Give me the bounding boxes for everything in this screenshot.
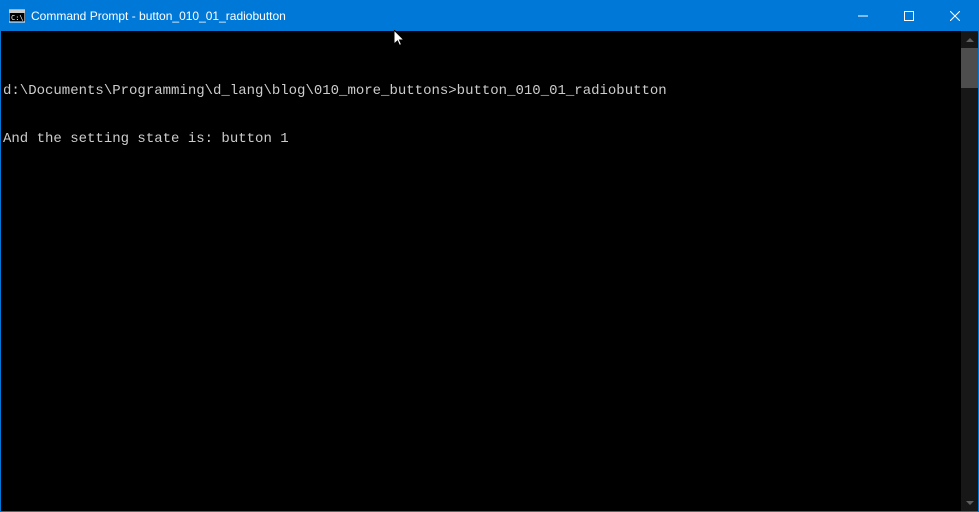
maximize-button[interactable] [886,1,932,31]
scrollbar-down-arrow-icon[interactable] [961,494,978,511]
terminal-content: d:\Documents\Programming\d_lang\blog\010… [1,31,978,179]
terminal-line: And the setting state is: button 1 [3,131,978,147]
terminal-line: d:\Documents\Programming\d_lang\blog\010… [3,83,978,99]
terminal-area[interactable]: d:\Documents\Programming\d_lang\blog\010… [1,31,978,511]
window-title: Command Prompt - button_010_01_radiobutt… [31,9,840,23]
svg-text:C:\: C:\ [11,14,24,22]
minimize-button[interactable] [840,1,886,31]
command-prompt-icon: C:\ [9,8,25,24]
scrollbar-up-arrow-icon[interactable] [961,31,978,48]
scrollbar-track[interactable] [961,48,978,494]
command-prompt-window: C:\ Command Prompt - button_010_01_radio… [0,0,979,512]
titlebar[interactable]: C:\ Command Prompt - button_010_01_radio… [1,1,978,31]
window-controls [840,1,978,31]
scrollbar-thumb[interactable] [961,48,978,88]
vertical-scrollbar[interactable] [961,31,978,511]
close-button[interactable] [932,1,978,31]
